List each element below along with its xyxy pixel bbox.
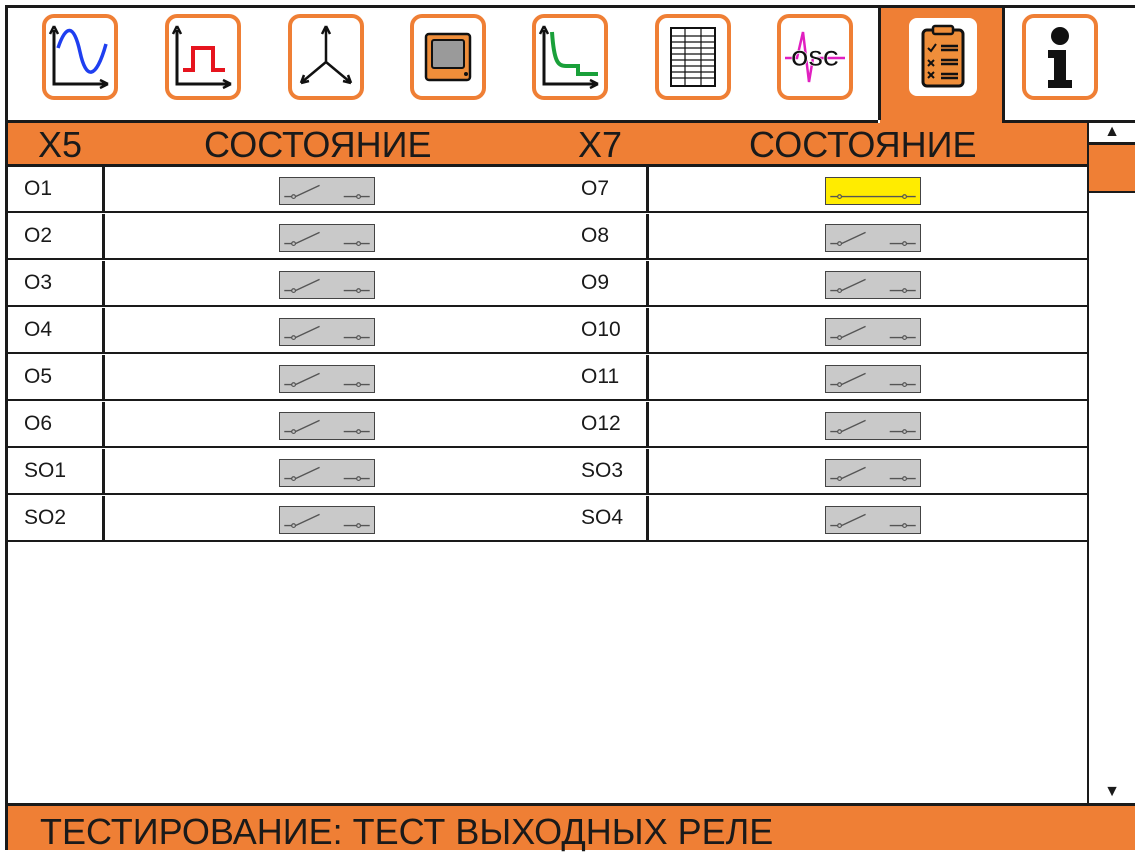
right-relay-state-switch[interactable] [825, 365, 921, 393]
right-output-label: O9 [581, 271, 610, 294]
tab-curve[interactable] [532, 14, 608, 100]
column-divider [646, 167, 649, 213]
table-row: O4 O10 [8, 308, 1087, 354]
left-state-header: СОСТОЯНИЕ [204, 124, 432, 165]
tab-table[interactable] [655, 14, 731, 100]
tab-pulse[interactable] [165, 14, 241, 100]
table-row: O2 O8 [8, 214, 1087, 260]
info-icon [1048, 27, 1072, 88]
scrollbar[interactable]: ▲ ▼ [1087, 123, 1135, 805]
right-output-label: O11 [581, 365, 620, 388]
table-row: O1 O7 [8, 167, 1087, 213]
pulse-icon [171, 25, 232, 90]
tab-vector[interactable] [288, 14, 364, 100]
tab-checklist[interactable] [905, 14, 981, 100]
scroll-down-arrow-icon[interactable]: ▼ [1089, 783, 1135, 801]
left-relay-state-switch[interactable] [279, 412, 375, 440]
oscilloscope-icon: OSC [785, 31, 845, 83]
left-relay-state-switch[interactable] [279, 459, 375, 487]
column-divider [646, 355, 649, 401]
right-relay-state-switch[interactable] [825, 506, 921, 534]
curve-icon [538, 25, 599, 90]
right-output-label: O7 [581, 177, 610, 200]
left-relay-state-switch[interactable] [279, 506, 375, 534]
three-phase-vector-icon [299, 25, 353, 85]
column-divider [646, 308, 649, 354]
left-output-label: O1 [24, 177, 53, 200]
left-output-label: O6 [24, 412, 53, 435]
left-relay-state-switch[interactable] [279, 177, 375, 205]
tab-separator [1002, 8, 1005, 120]
table-row: SO2 SO4 [8, 496, 1087, 542]
right-state-header: СОСТОЯНИЕ [749, 124, 977, 165]
table-row: O6 O12 [8, 402, 1087, 448]
right-relay-state-switch[interactable] [825, 271, 921, 299]
status-text: ТЕСТИРОВАНИЕ: ТЕСТ ВЫХОДНЫХ РЕЛЕ [40, 811, 774, 852]
table-row: O3 O9 [8, 261, 1087, 307]
column-divider [646, 449, 649, 495]
right-output-label: O10 [581, 318, 621, 341]
device-icon [424, 32, 472, 82]
left-output-label: O3 [24, 271, 53, 294]
right-output-label: SO4 [581, 506, 624, 529]
right-relay-state-switch[interactable] [825, 459, 921, 487]
right-relay-state-switch[interactable] [825, 318, 921, 346]
column-divider [102, 167, 105, 213]
left-output-label: SO2 [24, 506, 67, 529]
tab-separator [878, 8, 881, 120]
tab-oscilloscope[interactable]: OSC [777, 14, 853, 100]
column-divider [102, 402, 105, 448]
right-relay-state-switch[interactable] [825, 412, 921, 440]
left-output-label: O2 [24, 224, 53, 247]
table-row: O5 O11 [8, 355, 1087, 401]
status-bar: ТЕСТИРОВАНИЕ: ТЕСТ ВЫХОДНЫХ РЕЛЕ [8, 803, 1135, 852]
scroll-up-arrow-icon[interactable]: ▲ [1089, 123, 1135, 141]
right-group-label: X7 [578, 124, 623, 165]
left-relay-state-switch[interactable] [279, 224, 375, 252]
column-divider [646, 496, 649, 542]
svg-text:OSC: OSC [791, 46, 839, 71]
left-output-label: O5 [24, 365, 53, 388]
column-divider [646, 261, 649, 307]
left-group-label: X5 [38, 124, 83, 165]
right-output-label: O8 [581, 224, 610, 247]
left-relay-state-switch[interactable] [279, 318, 375, 346]
left-relay-state-switch[interactable] [279, 365, 375, 393]
left-relay-state-switch[interactable] [279, 271, 375, 299]
column-divider [646, 402, 649, 448]
tab-sine[interactable] [42, 14, 118, 100]
table-header: X5 СОСТОЯНИЕ X7 СОСТОЯНИЕ [8, 123, 1087, 167]
sine-wave-icon [48, 25, 109, 90]
right-output-label: O12 [581, 412, 621, 435]
column-divider [102, 261, 105, 307]
scrollbar-thumb[interactable] [1089, 143, 1135, 193]
right-relay-state-switch[interactable] [825, 177, 921, 205]
tab-device[interactable] [410, 14, 486, 100]
left-output-label: SO1 [24, 459, 67, 482]
column-divider [102, 496, 105, 542]
column-divider [646, 214, 649, 260]
column-divider [102, 308, 105, 354]
group-divider [553, 167, 556, 543]
tab-info[interactable] [1022, 14, 1098, 100]
column-divider [102, 449, 105, 495]
right-relay-state-switch[interactable] [825, 224, 921, 252]
right-output-label: SO3 [581, 459, 624, 482]
checklist-icon [921, 24, 965, 88]
table-row: SO1 SO3 [8, 449, 1087, 495]
column-divider [102, 214, 105, 260]
column-divider [102, 355, 105, 401]
table-icon [670, 27, 716, 87]
left-output-label: O4 [24, 318, 53, 341]
